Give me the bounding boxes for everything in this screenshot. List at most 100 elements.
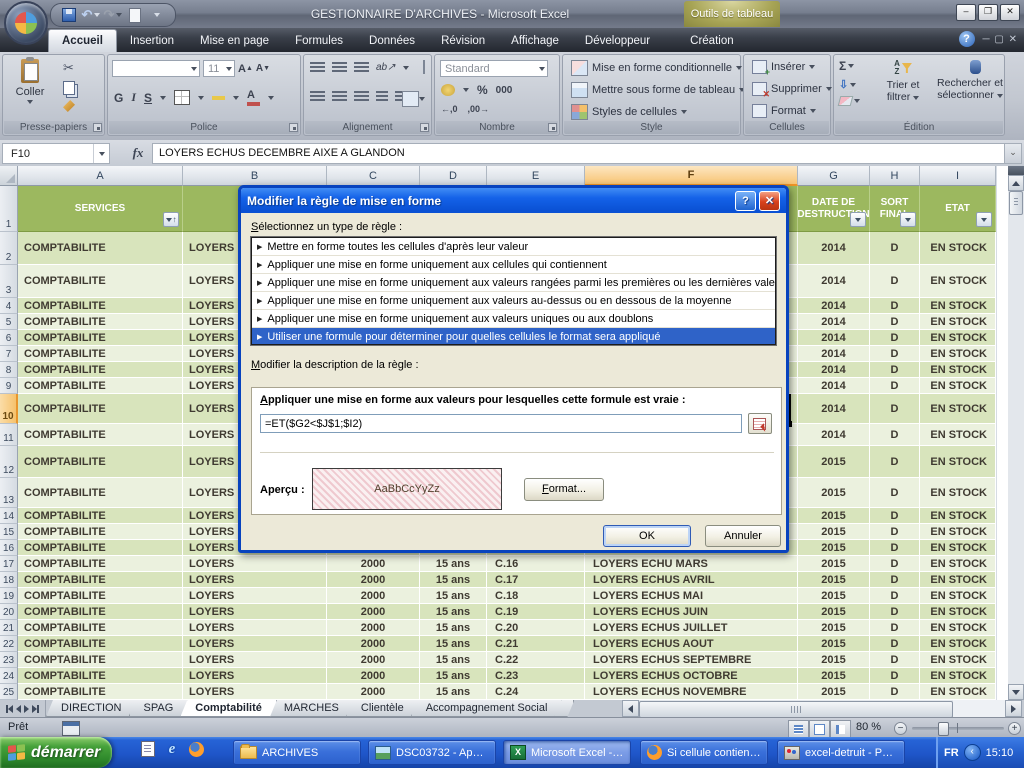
dialog-help-icon[interactable]: ? <box>735 191 756 211</box>
firefox-icon[interactable] <box>188 741 204 757</box>
cell-b20[interactable]: LOYERS <box>183 604 327 620</box>
row-header-15[interactable]: 15 <box>0 524 18 540</box>
window-restore-button[interactable]: ❐ <box>978 4 998 21</box>
cell-b24[interactable]: LOYERS <box>183 668 327 684</box>
cell-g13[interactable]: 2015 <box>798 478 870 508</box>
range-picker-icon[interactable] <box>748 413 772 434</box>
cell-d19[interactable]: 15 ans <box>420 588 487 604</box>
cell-f22[interactable]: LOYERS ECHUS AOUT <box>585 636 798 652</box>
rule-type-item-4[interactable]: ▶Appliquer une mise en forme uniquement … <box>252 292 775 310</box>
format-cells-button[interactable]: Format <box>748 103 820 119</box>
cell-f18[interactable]: LOYERS ECHUS AVRIL <box>585 572 798 588</box>
ribbon-tab-donn-es[interactable]: Données <box>356 30 428 52</box>
row-header-16[interactable]: 16 <box>0 540 18 556</box>
cell-h6[interactable]: D <box>870 330 920 346</box>
cell-c22[interactable]: 2000 <box>327 636 420 652</box>
number-format-select[interactable]: Standard <box>440 60 548 77</box>
column-header-a[interactable]: A <box>18 166 183 186</box>
number-dialog-launcher-icon[interactable] <box>548 123 557 132</box>
cell-g9[interactable]: 2014 <box>798 378 870 394</box>
row-header-10[interactable]: 10 <box>0 394 18 424</box>
cell-i20[interactable]: EN STOCK <box>920 604 996 620</box>
cut-icon[interactable]: ✂ <box>63 60 75 76</box>
cell-h7[interactable]: D <box>870 346 920 362</box>
row-header-17[interactable]: 17 <box>0 556 18 572</box>
cell-i23[interactable]: EN STOCK <box>920 652 996 668</box>
formula-bar-expand-icon[interactable]: ⌄ <box>1004 143 1022 164</box>
sheet-tab-marches[interactable]: MARCHES <box>269 700 354 717</box>
row-header-20[interactable]: 20 <box>0 604 18 620</box>
row-header-8[interactable]: 8 <box>0 362 18 378</box>
cell-h25[interactable]: D <box>870 684 920 700</box>
autosum-icon[interactable]: Σ <box>839 59 860 73</box>
format-button[interactable]: Format... <box>524 478 604 501</box>
cell-b22[interactable]: LOYERS <box>183 636 327 652</box>
cell-i11[interactable]: EN STOCK <box>920 424 996 446</box>
scroll-up-icon[interactable] <box>1008 175 1024 191</box>
cell-i7[interactable]: EN STOCK <box>920 346 996 362</box>
cell-a6[interactable]: COMPTABILITE <box>18 330 183 346</box>
cell-h10[interactable]: D <box>870 394 920 424</box>
ribbon-tab-mise-en-page[interactable]: Mise en page <box>187 30 282 52</box>
alignment-dialog-launcher-icon[interactable] <box>420 123 429 132</box>
format-painter-icon[interactable] <box>63 100 75 112</box>
cell-b25[interactable]: LOYERS <box>183 684 327 700</box>
sheet-tab-client-le[interactable]: Clientèle <box>346 700 419 717</box>
cell-e17[interactable]: C.16 <box>487 556 585 572</box>
cell-i9[interactable]: EN STOCK <box>920 378 996 394</box>
cell-a23[interactable]: COMPTABILITE <box>18 652 183 668</box>
row-header-22[interactable]: 22 <box>0 636 18 652</box>
cell-e23[interactable]: C.22 <box>487 652 585 668</box>
cell-i13[interactable]: EN STOCK <box>920 478 996 508</box>
cell-a21[interactable]: COMPTABILITE <box>18 620 183 636</box>
cell-g15[interactable]: 2015 <box>798 524 870 540</box>
decrease-indent-icon[interactable] <box>376 91 388 102</box>
scroll-left-icon[interactable] <box>622 700 639 717</box>
align-bottom-icon[interactable] <box>354 62 369 73</box>
cell-f21[interactable]: LOYERS ECHUS JUILLET <box>585 620 798 636</box>
taskbar-button-archives[interactable]: ARCHIVES <box>233 740 361 765</box>
row-header-24[interactable]: 24 <box>0 668 18 684</box>
zoom-slider-track[interactable] <box>912 727 1004 730</box>
cell-h16[interactable]: D <box>870 540 920 556</box>
cell-h20[interactable]: D <box>870 604 920 620</box>
cell-d17[interactable]: 15 ans <box>420 556 487 572</box>
column-header-d[interactable]: D <box>420 166 487 186</box>
view-page-layout-icon[interactable] <box>809 720 830 738</box>
cell-h12[interactable]: D <box>870 446 920 478</box>
borders-icon[interactable] <box>174 90 190 105</box>
cell-h17[interactable]: D <box>870 556 920 572</box>
row-header-3[interactable]: 3 <box>0 265 18 298</box>
underline-button[interactable]: S <box>144 91 152 105</box>
row-header-13[interactable]: 13 <box>0 478 18 508</box>
help-icon[interactable]: ? <box>959 31 975 47</box>
cell-a25[interactable]: COMPTABILITE <box>18 684 183 700</box>
cell-f25[interactable]: LOYERS ECHUS NOVEMBRE <box>585 684 798 700</box>
increase-decimal-icon[interactable]: ←,0 <box>441 104 458 114</box>
first-sheet-icon[interactable] <box>6 705 13 713</box>
cell-g18[interactable]: 2015 <box>798 572 870 588</box>
cell-d24[interactable]: 15 ans <box>420 668 487 684</box>
percent-style-icon[interactable]: % <box>477 83 488 97</box>
dialog-close-icon[interactable]: ✕ <box>759 191 780 211</box>
window-close-button[interactable]: ✕ <box>1000 4 1020 21</box>
cell-h4[interactable]: D <box>870 298 920 314</box>
rule-type-item-5[interactable]: ▶Appliquer une mise en forme uniquement … <box>252 310 775 328</box>
cell-d22[interactable]: 15 ans <box>420 636 487 652</box>
rule-type-list[interactable]: ▶Mettre en forme toutes les cellules d'a… <box>251 237 776 345</box>
cell-h13[interactable]: D <box>870 478 920 508</box>
cell-i8[interactable]: EN STOCK <box>920 362 996 378</box>
cell-a22[interactable]: COMPTABILITE <box>18 636 183 652</box>
scroll-right-icon[interactable] <box>1005 700 1022 717</box>
cell-e19[interactable]: C.18 <box>487 588 585 604</box>
cell-a14[interactable]: COMPTABILITE <box>18 508 183 524</box>
find-select-button[interactable]: Rechercher et sélectionner <box>934 60 1006 101</box>
cell-c25[interactable]: 2000 <box>327 684 420 700</box>
paste-button[interactable]: Coller <box>7 59 53 104</box>
cell-a20[interactable]: COMPTABILITE <box>18 604 183 620</box>
font-size-select[interactable]: 11 <box>203 60 235 77</box>
cell-g10[interactable]: 2014 <box>798 394 870 424</box>
row-header-18[interactable]: 18 <box>0 572 18 588</box>
cell-i12[interactable]: EN STOCK <box>920 446 996 478</box>
cell-h11[interactable]: D <box>870 424 920 446</box>
